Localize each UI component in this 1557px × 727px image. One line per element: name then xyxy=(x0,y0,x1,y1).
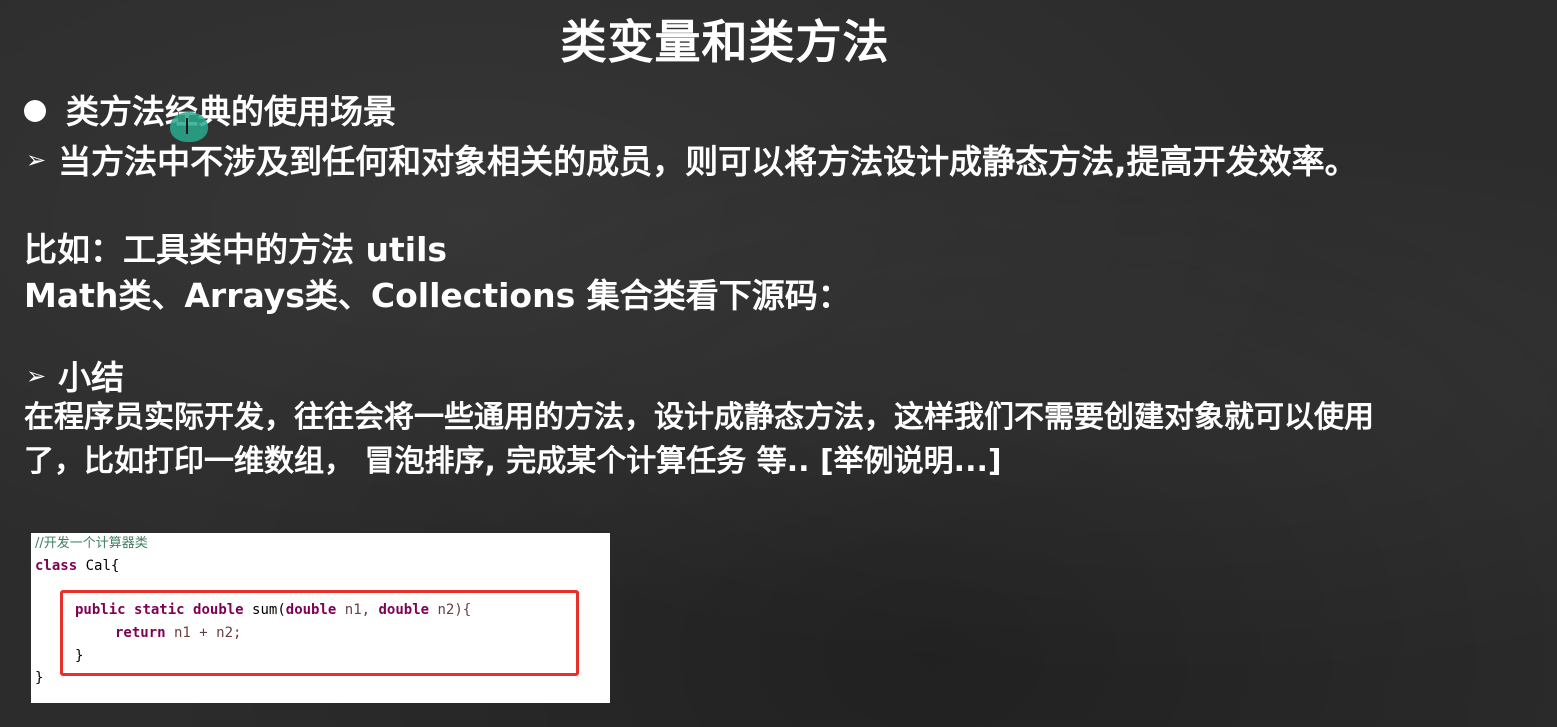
bullet-heading-row: 类方法经典的使用场景 xyxy=(24,92,396,132)
example-line-1: 比如：工具类中的方法 utils xyxy=(24,230,448,269)
code-class-close: } xyxy=(35,670,44,686)
class-keyword: class xyxy=(35,558,78,574)
code-snippet: //开发一个计算器类 class Cal{ public static doub… xyxy=(31,533,610,703)
slide-title: 类变量和类方法 xyxy=(560,15,890,69)
method-highlight-frame xyxy=(60,590,579,676)
example-line-2: Math类、Arrays类、Collections 集合类看下源码： xyxy=(24,276,851,315)
summary-line-2: 了，比如打印一维数组， 冒泡排序, 完成某个计算任务 等.. [举例说明...] xyxy=(24,444,1002,479)
arrowhead-bullet-icon: ➢ xyxy=(26,146,47,175)
summary-heading-row: ➢ 小结 xyxy=(26,358,124,398)
code-class-declaration: class Cal{ xyxy=(35,559,119,573)
summary-line-1: 在程序员实际开发，往往会将一些通用的方法，设计成静态方法，这样我们不需要创建对象… xyxy=(24,400,1374,435)
filled-circle-bullet-icon xyxy=(24,99,46,122)
code-comment: //开发一个计算器类 xyxy=(35,536,148,551)
slide: 类变量和类方法 类方法经典的使用场景 ➢ 当方法中不涉及到任何和对象相关的成员，则… xyxy=(0,0,1557,727)
mouse-cursor-highlight-icon xyxy=(170,112,208,142)
bullet-heading: 类方法经典的使用场景 xyxy=(66,92,396,131)
arrowhead-bullet-icon: ➢ xyxy=(26,362,47,391)
class-name: Cal{ xyxy=(77,558,120,574)
point-text: 当方法中不涉及到任何和对象相关的成员，则可以将方法设计成静态方法,提高开发效率。 xyxy=(58,142,1358,181)
summary-heading: 小结 xyxy=(58,358,125,397)
point-row: ➢ 当方法中不涉及到任何和对象相关的成员，则可以将方法设计成静态方法,提高开发效率… xyxy=(26,142,1358,182)
